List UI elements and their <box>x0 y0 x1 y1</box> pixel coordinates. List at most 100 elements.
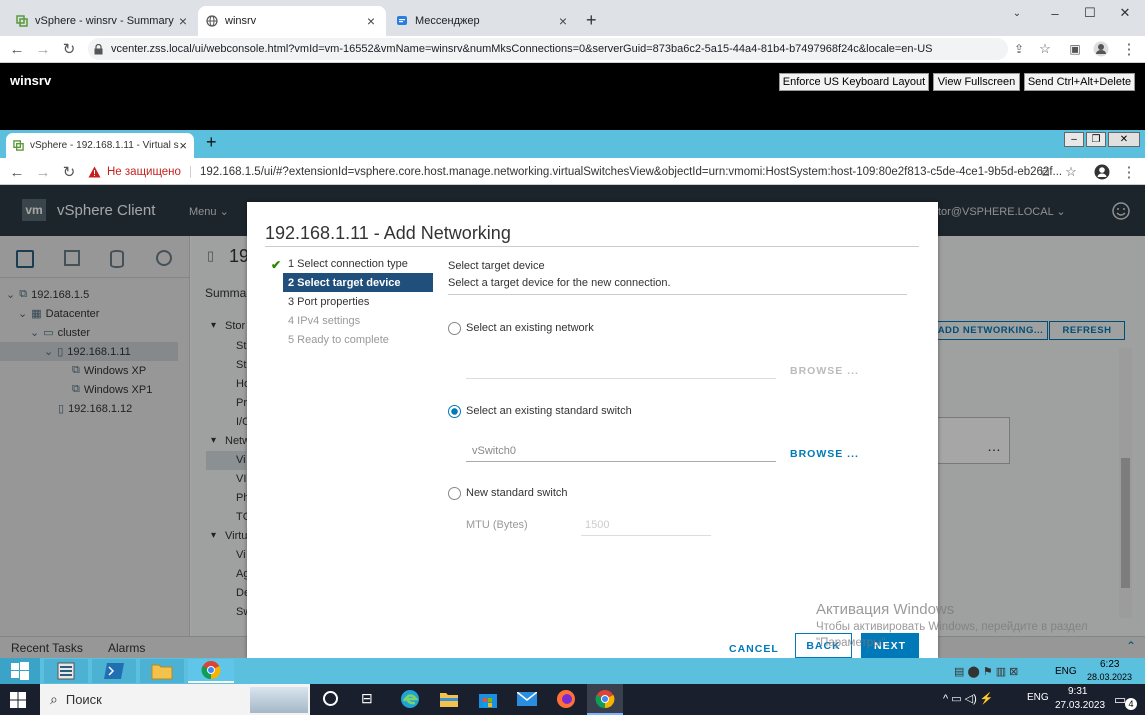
tab-messenger[interactable]: Мессенджер × <box>388 6 578 36</box>
bookmark-star-icon[interactable]: ☆ <box>1062 163 1080 181</box>
mtu-input-underline <box>581 535 711 536</box>
tab-title: vSphere - winsrv - Summary <box>35 15 174 27</box>
forward-icon[interactable]: → <box>34 40 52 58</box>
back-icon[interactable]: ← <box>8 40 26 58</box>
activation-watermark-text: Чтобы активировать Windows, перейдите в … <box>816 621 1088 633</box>
windows-start-icon[interactable] <box>10 692 26 708</box>
inner-address-bar: ← → ↻ Не защищено | 192.168.1.5/ui/#?ext… <box>0 158 1145 185</box>
close-icon[interactable]: × <box>364 13 378 29</box>
tab-winsrv[interactable]: winsrv × <box>198 6 386 36</box>
profile-icon[interactable] <box>1093 163 1111 181</box>
reload-icon[interactable]: ↻ <box>60 40 78 58</box>
host-clock-time[interactable]: 9:31 <box>1068 686 1087 697</box>
maximize-icon[interactable]: ☐ <box>1075 4 1105 22</box>
restore-icon[interactable]: ❐ <box>1086 132 1106 147</box>
step-connection-type[interactable]: 1 Select connection type <box>283 254 433 273</box>
new-tab-button[interactable]: + <box>586 10 597 31</box>
inner-tab-vsphere[interactable]: vSphere - 192.168.1.11 - Virtual s × <box>6 133 194 158</box>
close-window-icon[interactable]: ✕ <box>1108 132 1140 147</box>
step-target-device[interactable]: 2 Select target device <box>283 273 433 292</box>
host-clock-date[interactable]: 27.03.2023 <box>1055 700 1105 711</box>
chrome-icon[interactable] <box>188 659 234 683</box>
more-menu-icon[interactable]: ⋮ <box>1120 40 1138 58</box>
new-tab-button[interactable]: + <box>206 132 217 153</box>
notification-badge: 4 <box>1125 698 1137 710</box>
reload-icon[interactable]: ↻ <box>60 163 78 181</box>
tab-title: Мессенджер <box>415 15 480 27</box>
tab-search-icon[interactable]: ⌄ <box>1002 4 1032 22</box>
powershell-icon[interactable] <box>92 659 136 683</box>
switch-input[interactable]: vSwitch0 <box>472 445 516 457</box>
browse-network-button: BROWSE ... <box>790 365 859 377</box>
inner-tab-strip: vSphere - 192.168.1.11 - Virtual s × + –… <box>0 130 1145 158</box>
console-title: winsrv <box>10 73 52 88</box>
tab-vsphere-summary[interactable]: vSphere - winsrv - Summary × <box>8 6 198 36</box>
radio-new-switch[interactable] <box>448 487 461 500</box>
side-panel-icon[interactable]: ▣ <box>1066 40 1084 58</box>
server-manager-icon[interactable] <box>44 659 88 683</box>
url-field[interactable]: vcenter.zss.local/ui/webconsole.html?vmI… <box>88 38 1008 60</box>
radio-existing-network[interactable] <box>448 322 461 335</box>
vsphere-icon <box>13 140 24 151</box>
url-field[interactable]: Не защищено | 192.168.1.5/ui/#?extension… <box>88 161 1088 182</box>
edge-icon[interactable] <box>400 689 420 709</box>
vm-clock-time[interactable]: 6:23 <box>1100 659 1119 670</box>
share-icon[interactable]: ⇪ <box>1010 40 1028 58</box>
enforce-keyboard-button[interactable]: Enforce US Keyboard Layout <box>779 73 929 91</box>
cortana-icon[interactable] <box>323 691 338 706</box>
activation-watermark-text2: "Параметры". <box>816 637 889 649</box>
section-heading: Select target device <box>448 260 545 272</box>
task-view-icon[interactable]: ⊟ <box>361 690 373 707</box>
switch-input-underline <box>466 461 776 462</box>
file-explorer-icon[interactable] <box>439 690 459 708</box>
search-icon: ⌕ <box>50 691 58 707</box>
browse-switch-button[interactable]: BROWSE ... <box>790 448 859 460</box>
outer-tab-strip: vSphere - winsrv - Summary × winsrv × Ме… <box>0 0 1145 36</box>
vsphere-icon <box>16 15 28 27</box>
windows-logo-icon <box>11 662 29 680</box>
tray-icons[interactable]: ^ ▭ ◁) ⚡ <box>943 692 994 705</box>
option-existing-switch-label[interactable]: Select an existing standard switch <box>466 405 632 417</box>
vm-start-button[interactable] <box>0 658 40 684</box>
step-ready-to-complete: 5 Ready to complete <box>288 333 389 346</box>
minimize-icon[interactable]: – <box>1064 132 1084 147</box>
close-icon[interactable]: × <box>179 138 187 153</box>
host-language[interactable]: ENG <box>1027 692 1049 703</box>
send-ctrl-alt-del-button[interactable]: Send Ctrl+Alt+Delete <box>1024 73 1135 91</box>
checkmark-icon: ✔ <box>271 258 282 272</box>
firefox-icon[interactable] <box>556 689 576 709</box>
option-existing-network-label[interactable]: Select an existing network <box>466 322 594 334</box>
close-icon[interactable]: × <box>176 13 190 29</box>
step-ipv4-settings: 4 IPv4 settings <box>288 314 361 327</box>
vm-taskbar: ▤ ⬤ ⚑ ▥ ⊠ ENG 6:23 28.03.2023 <box>0 658 1145 684</box>
minimize-icon[interactable]: – <box>1040 4 1070 22</box>
taskbar-search[interactable]: ⌕ Поиск <box>40 684 310 715</box>
warning-icon <box>88 166 101 178</box>
lock-icon <box>94 43 103 55</box>
profile-icon[interactable] <box>1092 40 1110 58</box>
step-port-properties[interactable]: 3 Port properties <box>283 292 433 311</box>
store-icon[interactable] <box>478 690 498 708</box>
mtu-label: MTU (Bytes) <box>466 519 528 531</box>
tab-title: vSphere - 192.168.1.11 - Virtual s <box>30 140 179 151</box>
vm-language[interactable]: ENG <box>1055 666 1077 677</box>
forward-icon[interactable]: → <box>34 163 52 181</box>
close-icon[interactable]: × <box>556 13 570 29</box>
translate-icon[interactable]: ⧉ <box>1036 163 1054 181</box>
radio-existing-switch[interactable] <box>448 405 461 418</box>
mtu-input: 1500 <box>585 519 610 531</box>
back-icon[interactable]: ← <box>8 163 26 181</box>
divider <box>265 246 919 247</box>
option-new-switch-label[interactable]: New standard switch <box>466 487 568 499</box>
bookmark-star-icon[interactable]: ☆ <box>1036 40 1054 58</box>
tray-icons[interactable]: ▤ ⬤ ⚑ ▥ ⊠ <box>954 665 1018 678</box>
close-window-icon[interactable]: ✕ <box>1110 4 1140 22</box>
vm-clock-date[interactable]: 28.03.2023 <box>1087 672 1132 682</box>
file-explorer-icon[interactable] <box>140 659 184 683</box>
cancel-button[interactable]: CANCEL <box>729 643 779 655</box>
view-fullscreen-button[interactable]: View Fullscreen <box>933 73 1020 91</box>
mail-icon[interactable] <box>517 692 537 706</box>
not-secure-label: Не защищено <box>107 165 181 178</box>
more-menu-icon[interactable]: ⋮ <box>1120 163 1138 181</box>
chrome-icon[interactable] <box>587 684 623 715</box>
